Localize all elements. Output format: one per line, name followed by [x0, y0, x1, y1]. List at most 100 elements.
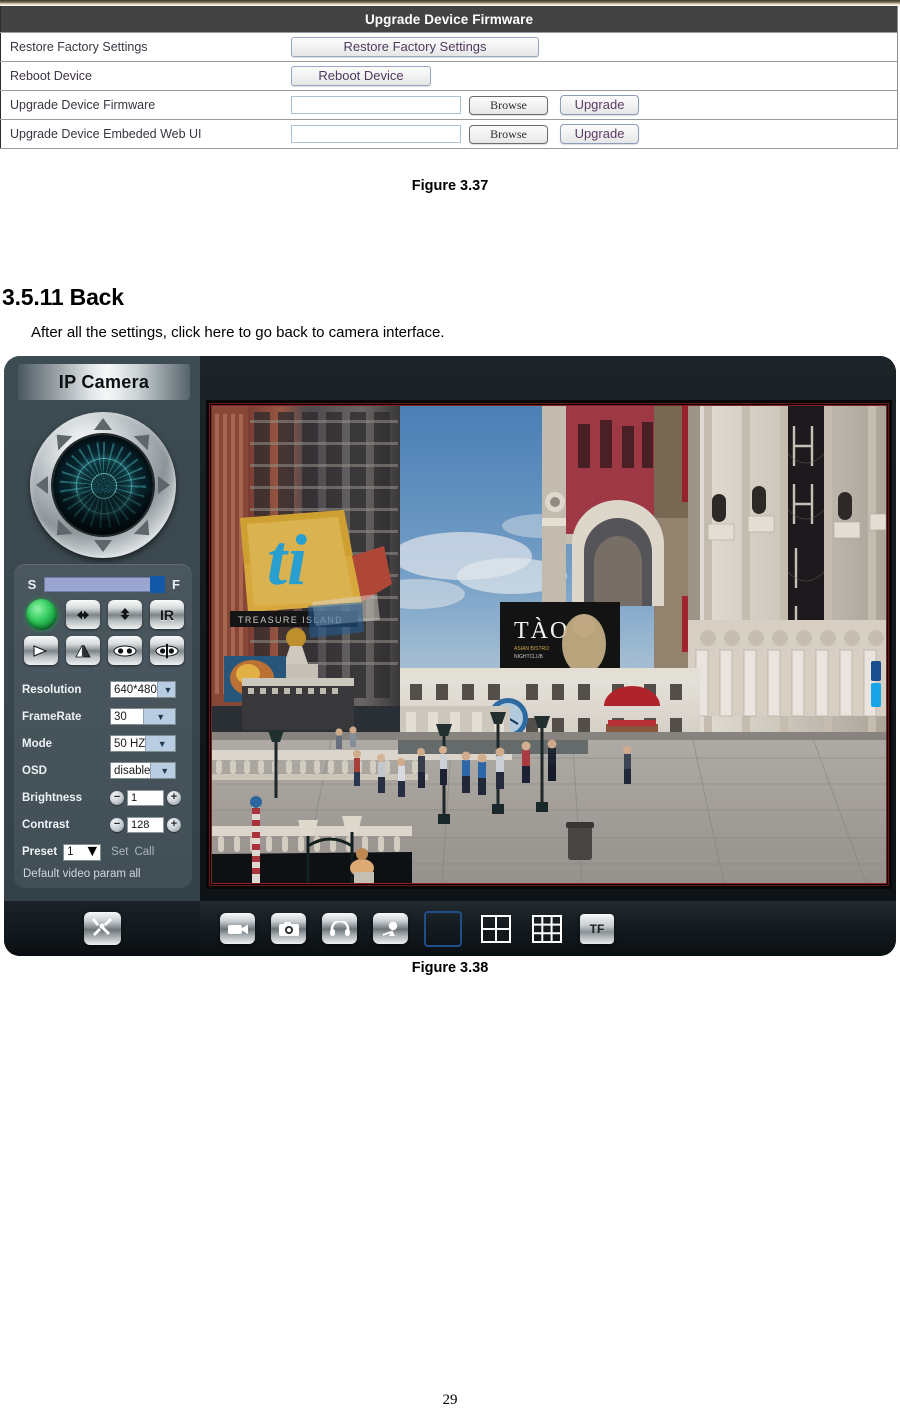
camera-settings-panel: S F IR Resolution 640*480 ▼ FrameRate 30… [14, 564, 192, 888]
framerate-label: FrameRate [22, 710, 82, 723]
contrast-stepper: − 128 + [110, 816, 181, 833]
single-view-button[interactable] [424, 910, 462, 947]
restore-factory-settings-button[interactable]: Restore Factory Settings [291, 37, 539, 57]
setting-row-mode: Mode 50 HZ ▼ [22, 730, 186, 757]
zoom-slider[interactable] [871, 661, 881, 707]
firmware-file-input[interactable] [291, 96, 461, 114]
webui-upgrade-button[interactable]: Upgrade [560, 124, 639, 144]
default-video-param-link[interactable]: Default video param all [22, 868, 186, 880]
live-video-view[interactable]: ti TREASURE ISLAND TÀO ASIAN BISTRO NIGH… [211, 405, 887, 884]
tf-card-button[interactable]: TF [580, 913, 614, 944]
horizontal-patrol-button[interactable] [66, 600, 100, 629]
toolbar-left-section [4, 901, 200, 956]
control-button-row-1: IR [24, 599, 184, 630]
setting-row-contrast: Contrast − 128 + [22, 811, 186, 838]
chevron-down-icon: ▼ [150, 763, 175, 778]
resolution-label: Resolution [22, 683, 82, 696]
four-channel-icon [480, 914, 511, 943]
settings-wrench-button[interactable] [83, 912, 121, 945]
infrared-toggle-button[interactable]: IR [150, 600, 184, 629]
setting-row-osd: OSD disable ▼ [22, 757, 186, 784]
speed-slider[interactable] [44, 575, 165, 593]
reboot-device-button[interactable]: Reboot Device [291, 66, 431, 86]
table-row: Upgrade Device Embeded Web UI Browse Upg… [0, 119, 898, 149]
table-row: Upgrade Device Firmware Browse Upgrade [0, 90, 898, 120]
figure-caption-338: Figure 3.38 [411, 960, 489, 976]
status-led-button[interactable] [24, 599, 58, 630]
resolution-select[interactable]: 640*480 ▼ [110, 681, 176, 698]
brightness-value[interactable]: 1 [127, 789, 164, 806]
osd-select[interactable]: disable ▼ [110, 762, 176, 779]
figure-caption-337: Figure 3.37 [411, 178, 489, 194]
framerate-select[interactable]: 30 ▼ [110, 708, 176, 725]
nine-view-button[interactable] [529, 913, 564, 944]
table-header-row: Upgrade Device Firmware [0, 6, 898, 33]
chevron-down-icon: ▼ [84, 843, 101, 860]
firmware-upgrade-button[interactable]: Upgrade [560, 95, 639, 115]
video-stage: ti TREASURE ISLAND TÀO ASIAN BISTRO NIGH… [200, 356, 896, 901]
chevron-down-icon: ▼ [142, 709, 175, 724]
nine-channel-icon [531, 914, 562, 943]
chevron-down-icon: ▼ [156, 682, 175, 697]
table-row: Reboot Device Reboot Device [0, 61, 898, 91]
play-button[interactable] [24, 636, 58, 665]
contrast-increase-icon[interactable]: + [167, 817, 181, 832]
page-number: 29 [442, 1392, 458, 1408]
preset-select[interactable]: 1 ▼ [63, 843, 102, 861]
osd-label: OSD [22, 764, 47, 777]
video-settings-list: Resolution 640*480 ▼ FrameRate 30 ▼ Mode [22, 676, 186, 880]
row-label-reboot-device: Reboot Device [0, 61, 280, 91]
speed-fast-label: F [172, 576, 180, 592]
video-frame: ti TREASURE ISLAND TÀO ASIAN BISTRO NIGH… [206, 400, 892, 889]
contrast-value[interactable]: 128 [127, 816, 164, 833]
flip-button[interactable] [66, 636, 100, 665]
ptz-up-right-arrow-icon[interactable] [133, 427, 157, 451]
up-down-arrow-icon [119, 604, 131, 626]
preset-set-button[interactable]: Set [111, 846, 128, 858]
quad-view-button[interactable] [478, 913, 513, 944]
speed-slider-handle[interactable] [150, 575, 165, 593]
mirror-flip-button[interactable] [150, 636, 184, 665]
table-title: Upgrade Device Firmware [0, 6, 898, 33]
wrench-icon [91, 916, 113, 941]
webui-file-input[interactable] [291, 125, 461, 143]
ip-camera-interface: IP Camera S F IR Resolution 640*480 ▼ Fr… [4, 356, 896, 956]
ptz-joystick[interactable] [30, 412, 176, 558]
record-button[interactable] [220, 913, 255, 944]
snapshot-button[interactable] [271, 913, 306, 944]
row-control-reboot: Reboot Device [280, 61, 898, 91]
brightness-decrease-icon[interactable]: − [110, 790, 124, 805]
row-control-restore: Restore Factory Settings [280, 32, 898, 62]
webui-browse-button[interactable]: Browse [469, 124, 548, 144]
audio-button[interactable] [322, 913, 357, 944]
setting-row-resolution: Resolution 640*480 ▼ [22, 676, 186, 703]
joystick-lens [53, 435, 153, 535]
zoom-slider-handle[interactable] [871, 683, 881, 707]
firmware-browse-button[interactable]: Browse [469, 95, 548, 115]
green-led-icon [25, 599, 57, 630]
section-body-text: After all the settings, click here to go… [31, 324, 445, 341]
mirror-button[interactable] [108, 636, 142, 665]
ir-icon: IR [160, 606, 174, 623]
talk-button[interactable] [373, 913, 408, 944]
contrast-label: Contrast [22, 818, 70, 831]
vertical-patrol-button[interactable] [108, 600, 142, 629]
video-still-image: ti TREASURE ISLAND TÀO ASIAN BISTRO NIGH… [212, 406, 886, 883]
row-label-restore-factory-settings: Restore Factory Settings [0, 32, 280, 62]
contrast-decrease-icon[interactable]: − [110, 817, 124, 832]
brightness-stepper: − 1 + [110, 789, 181, 806]
setting-row-preset: Preset 1 ▼ Set Call [22, 838, 186, 866]
framerate-value: 30 [114, 710, 127, 723]
ptz-left-arrow-icon[interactable] [36, 476, 48, 494]
photo-camera-icon [278, 921, 300, 937]
mirror-icon [112, 644, 138, 658]
ptz-down-arrow-icon[interactable] [94, 540, 112, 552]
ptz-up-arrow-icon[interactable] [94, 418, 112, 430]
brightness-increase-icon[interactable]: + [167, 790, 181, 805]
camera-sidebar: IP Camera S F IR Resolution 640*480 ▼ Fr… [4, 356, 200, 901]
mode-select[interactable]: 50 HZ ▼ [110, 735, 176, 752]
preset-call-button[interactable]: Call [134, 846, 154, 858]
resolution-value: 640*480 [114, 683, 157, 696]
ptz-right-arrow-icon[interactable] [158, 476, 170, 494]
headphone-icon [329, 920, 351, 937]
